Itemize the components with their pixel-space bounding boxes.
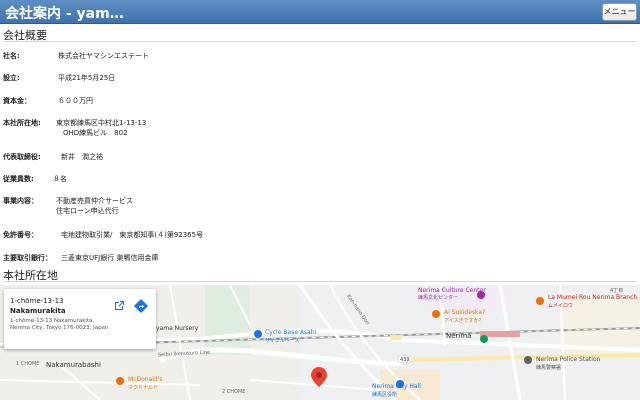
card-subtitle: Nakamurakita (10, 307, 66, 315)
restaurant-icon (536, 297, 544, 305)
row-label: 免許番号： (3, 231, 38, 239)
row-value: 新井 潤之祐 (61, 153, 103, 161)
area-4-chome: 4丁目 (610, 288, 624, 294)
location-divider (3, 281, 637, 282)
directions-icon[interactable] (134, 299, 148, 313)
open-in-maps-icon[interactable] (112, 299, 126, 313)
row-label: 事業内容： (3, 197, 38, 205)
row-value: 株式会社ヤマシンエステート (58, 52, 149, 60)
row-label: 主要取引銀行： (3, 254, 52, 262)
row-value: 三菱東京UFJ銀行 巣鴨信用金庫 (61, 254, 159, 262)
poi-ai-sukideska[interactable]: Ai Sukideska? (444, 309, 485, 316)
poi-cycle-base-jp: サイクルベース (265, 338, 300, 344)
poi-mcdonalds-jp: マクドナルド (128, 385, 159, 391)
row-label: 従業員数: (3, 175, 34, 183)
poi-city-hall-jp: 練馬区役所 (372, 392, 398, 398)
poi-culture-center[interactable]: Nerima Culture Center (418, 287, 486, 294)
poi-culture-center-jp: 練馬文化センター (418, 295, 459, 301)
map-info-card[interactable]: 1-chōme-13-13 Nakamurakita 1-chōme-13-13… (4, 289, 156, 349)
overview-divider (3, 41, 637, 42)
poi-mcdonalds[interactable]: McDonald's (128, 376, 163, 383)
row-label: 資本金： (3, 97, 31, 105)
row-value: 東京都練馬区中村北1-13-13 OHD練馬ビル 802 (56, 119, 147, 137)
row-value: 宅地建物取引業/ 東京都知事(４)第92365号 (61, 231, 204, 239)
row-value: 平成21年5月25日 (58, 74, 116, 82)
page-title: 会社案内 - yam… (5, 6, 124, 22)
poi-police-jp: 練馬警察署 (536, 365, 562, 371)
station-nakamurabashi[interactable]: Nakamurabashi (46, 361, 101, 369)
park-icon (480, 335, 488, 343)
row-value: ８名 (53, 175, 67, 183)
row-value: 不動産売買仲介サービス 住宅ローン申込代行 (56, 197, 133, 215)
area-2-chome: 2 CHOME (222, 389, 246, 395)
row-label: 代表取締役: (3, 153, 41, 161)
row-label: 本社所在地: (3, 119, 41, 127)
card-title: 1-chōme-13-13 (10, 297, 64, 305)
area-1-chome: 1 CHOME (16, 361, 40, 367)
app-header: 会社案内 - yam… メニュー (0, 0, 640, 24)
cafe-icon (432, 310, 440, 318)
station-nerima[interactable]: Nerima (446, 332, 471, 340)
food-icon (116, 377, 124, 385)
route-439-label: 439 (400, 357, 410, 363)
embedded-map[interactable]: Nerima Culture Center 練馬文化センター La Mumei … (0, 285, 640, 400)
police-icon (524, 356, 532, 364)
row-label: 社名: (3, 52, 20, 60)
poi-nursery[interactable]: yama Nursery (156, 325, 198, 332)
poi-ai-sukideska-jp: アイスきですか? (444, 318, 482, 324)
card-address: 1-chōme-13-13 Nakamurakita, Nerima City,… (10, 318, 109, 331)
poi-police[interactable]: Nerima Police Station (536, 356, 600, 363)
menu-button[interactable]: メニュー (602, 3, 637, 21)
row-label: 設立: (3, 74, 20, 82)
poi-la-mumei[interactable]: La Mumei Rou Nerima Branch (548, 294, 637, 301)
poi-city-hall[interactable]: Nerima City Hall (372, 383, 421, 390)
poi-cycle-base[interactable]: Cycle Base Asahi (265, 329, 316, 336)
poi-la-mumei-jp: ムメイロウ (548, 303, 574, 309)
row-value: ６００万円 (58, 97, 93, 105)
shop-icon (254, 330, 262, 338)
